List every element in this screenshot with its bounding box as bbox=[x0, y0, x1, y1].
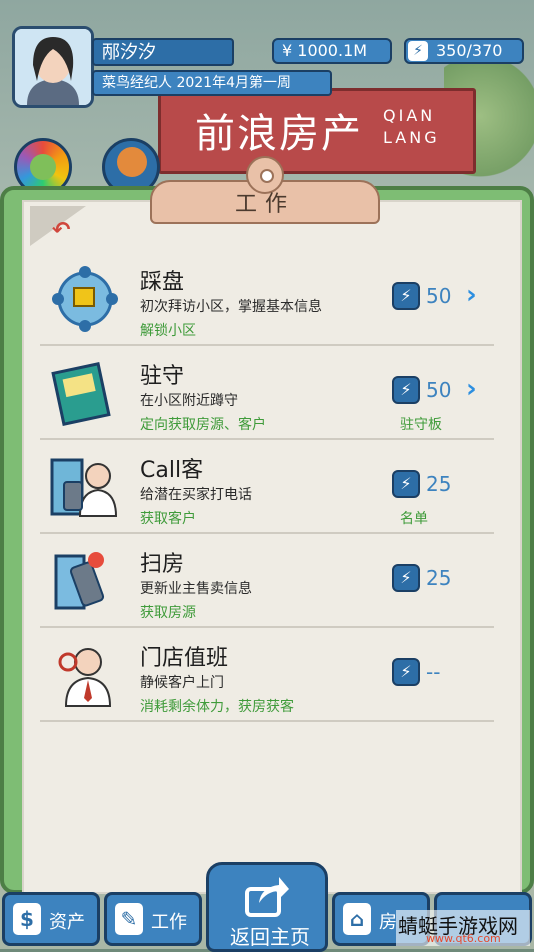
task-row-zhushou[interactable]: 驻守 在小区附近蹲守 定向获取房源、客户 ⚡ 50 › 驻守板 bbox=[40, 346, 494, 440]
home-label: 返回主页 bbox=[230, 925, 310, 949]
task-cost: -- bbox=[426, 660, 441, 684]
panel-tab: 工作 bbox=[150, 156, 380, 226]
energy-bolt-icon: ⚡ bbox=[408, 41, 428, 61]
money-display: ¥ 1000.1M bbox=[272, 38, 392, 64]
site-watermark: 蜻蜓手游戏网 www.qt6.com bbox=[396, 910, 530, 946]
task-row-caipan[interactable]: 踩盘 初次拜访小区，掌握基本信息 解锁小区 ⚡ 50 › bbox=[40, 252, 494, 346]
task-reward: 获取客户 bbox=[140, 511, 196, 527]
energy-cost-icon: ⚡ bbox=[392, 376, 420, 404]
task-reward: 解锁小区 bbox=[140, 323, 196, 339]
watermark-line-2: www.qt6.com bbox=[426, 932, 501, 945]
task-title: 驻守 bbox=[140, 364, 185, 389]
energy-cost-icon: ⚡ bbox=[392, 470, 420, 498]
back-arrow-icon: ↶ bbox=[52, 218, 71, 243]
brochure-icon bbox=[51, 362, 111, 426]
nav-assets-button[interactable]: $ 资产 bbox=[2, 892, 100, 946]
pencil-icon: ✎ bbox=[115, 903, 143, 935]
phone-agent-icon bbox=[50, 458, 118, 517]
task-desc: 更新业主售卖信息 bbox=[140, 581, 252, 597]
nav-house-label: 房 bbox=[379, 912, 397, 933]
house-icon: ⌂ bbox=[343, 903, 371, 935]
task-title: Call客 bbox=[140, 458, 204, 483]
energy-cost-icon: ⚡ bbox=[392, 564, 420, 592]
task-cost: 25 bbox=[426, 472, 452, 496]
task-title: 扫房 bbox=[140, 552, 185, 577]
back-button[interactable]: ↶ bbox=[30, 206, 86, 246]
energy-value: 350/370 bbox=[436, 41, 503, 60]
chevron-right-icon[interactable]: › bbox=[466, 280, 477, 310]
player-name: 邴汐汐 bbox=[92, 38, 234, 66]
store-name-en: QIAN LANG bbox=[383, 106, 440, 147]
task-desc: 初次拜访小区，掌握基本信息 bbox=[140, 299, 322, 315]
task-row-callke[interactable]: Call客 给潜在买家打电话 获取客户 ⚡ 25 名单 bbox=[40, 440, 494, 534]
task-title: 踩盘 bbox=[140, 270, 185, 295]
task-reward: 定向获取房源、客户 bbox=[140, 417, 266, 433]
nav-work-button[interactable]: ✎ 工作 bbox=[104, 892, 202, 946]
task-title: 门店值班 bbox=[140, 646, 229, 671]
agent-on-call-icon bbox=[58, 648, 112, 707]
dollar-icon: $ bbox=[13, 903, 41, 935]
task-desc: 给潜在买家打电话 bbox=[140, 487, 252, 503]
task-extra-label: 名单 bbox=[400, 511, 428, 527]
task-cost: 50 bbox=[426, 284, 452, 308]
task-row-saofang[interactable]: 扫房 更新业主售卖信息 获取房源 ⚡ 25 bbox=[40, 534, 494, 628]
building-phone-icon bbox=[54, 552, 105, 610]
task-desc: 在小区附近蹲守 bbox=[140, 393, 238, 409]
tab-work-label: 工作 bbox=[234, 192, 295, 217]
energy-cost-icon: ⚡ bbox=[392, 282, 420, 310]
home-button[interactable]: 返回主页 bbox=[206, 862, 328, 952]
task-extra-label: 驻守板 bbox=[400, 417, 442, 433]
energy-display: ⚡ 350/370 bbox=[404, 38, 524, 64]
task-desc: 静候客户上门 bbox=[140, 675, 224, 691]
player-avatar[interactable] bbox=[12, 26, 94, 108]
task-row-mendian[interactable]: 门店值班 静候客户上门 消耗剩余体力，获房获客 ⚡ -- bbox=[40, 628, 494, 722]
share-arrow-icon bbox=[245, 877, 289, 917]
neighborhood-map-icon bbox=[52, 266, 118, 332]
task-cost: 25 bbox=[426, 566, 452, 590]
nav-assets-label: 资产 bbox=[49, 912, 85, 933]
task-reward: 获取房源 bbox=[140, 605, 196, 621]
store-name-cn: 前浪房产 bbox=[195, 111, 363, 157]
chevron-right-icon[interactable]: › bbox=[466, 374, 477, 404]
energy-cost-icon: ⚡ bbox=[392, 658, 420, 686]
task-cost: 50 bbox=[426, 378, 452, 402]
avatar-portrait-icon bbox=[15, 29, 91, 105]
task-reward: 消耗剩余体力，获房获客 bbox=[140, 699, 294, 715]
player-title: 菜鸟经纪人 2021年4月第一周 bbox=[92, 70, 332, 96]
nav-work-label: 工作 bbox=[151, 912, 187, 933]
